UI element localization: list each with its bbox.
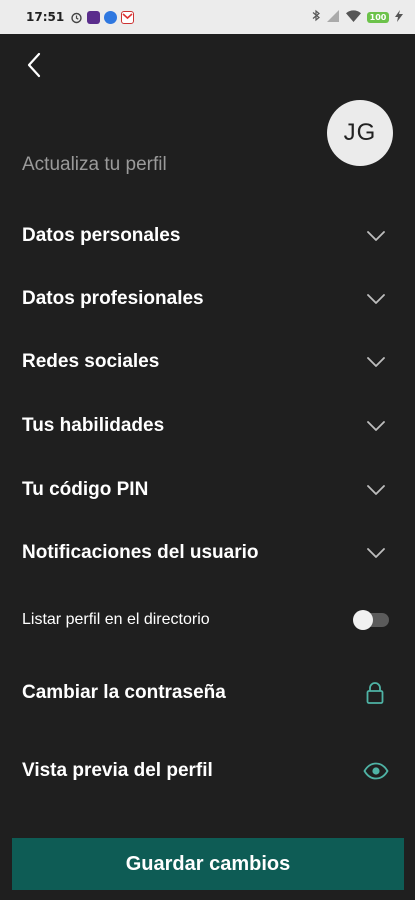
eye-icon [363,762,389,780]
back-button[interactable] [22,50,48,80]
section-label: Redes sociales [22,351,160,372]
chevron-down-icon [367,231,385,241]
signal-icon [327,9,340,25]
chevron-down-icon [367,485,385,495]
section-datos-personales[interactable]: Datos personales [0,212,415,260]
toggle-knob [353,610,373,630]
section-label: Tus habilidades [22,415,165,436]
status-bar: 17:51 100 [0,0,415,34]
preview-profile-label: Vista previa del perfil [22,760,213,781]
section-label: Datos personales [22,225,181,246]
change-password-row[interactable]: Cambiar la contraseña [0,669,415,717]
charging-icon [395,9,403,25]
page-title: Actualiza tu perfil [22,154,167,175]
save-changes-button[interactable]: Guardar cambios [12,838,404,890]
mail-icon [121,10,135,24]
section-codigo-pin[interactable]: Tu código PIN [0,466,415,514]
section-label: Datos profesionales [22,288,204,309]
battery-icon: 100 [367,11,389,23]
bluetooth-icon [312,9,321,25]
chevron-left-icon [27,52,41,78]
chevron-down-icon [367,548,385,558]
section-label: Tu código PIN [22,479,149,500]
directory-toggle-label: Listar perfil en el directorio [22,611,210,628]
preview-profile-row[interactable]: Vista previa del perfil [0,747,415,795]
directory-toggle-row: Listar perfil en el directorio [0,596,415,644]
status-time: 17:51 [26,10,65,24]
section-notificaciones[interactable]: Notificaciones del usuario [0,529,415,577]
messenger-icon [104,10,118,24]
section-redes-sociales[interactable]: Redes sociales [0,338,415,386]
chevron-down-icon [367,357,385,367]
avatar[interactable]: JG [327,100,393,166]
section-datos-profesionales[interactable]: Datos profesionales [0,275,415,323]
section-tus-habilidades[interactable]: Tus habilidades [0,402,415,450]
app-notification-icon [87,10,101,24]
directory-toggle[interactable] [353,610,389,630]
lock-icon [366,682,384,704]
section-label: Notificaciones del usuario [22,542,259,563]
alarm-icon [70,11,83,24]
chevron-down-icon [367,294,385,304]
wifi-icon [346,9,361,25]
change-password-label: Cambiar la contraseña [22,682,226,703]
chevron-down-icon [367,421,385,431]
